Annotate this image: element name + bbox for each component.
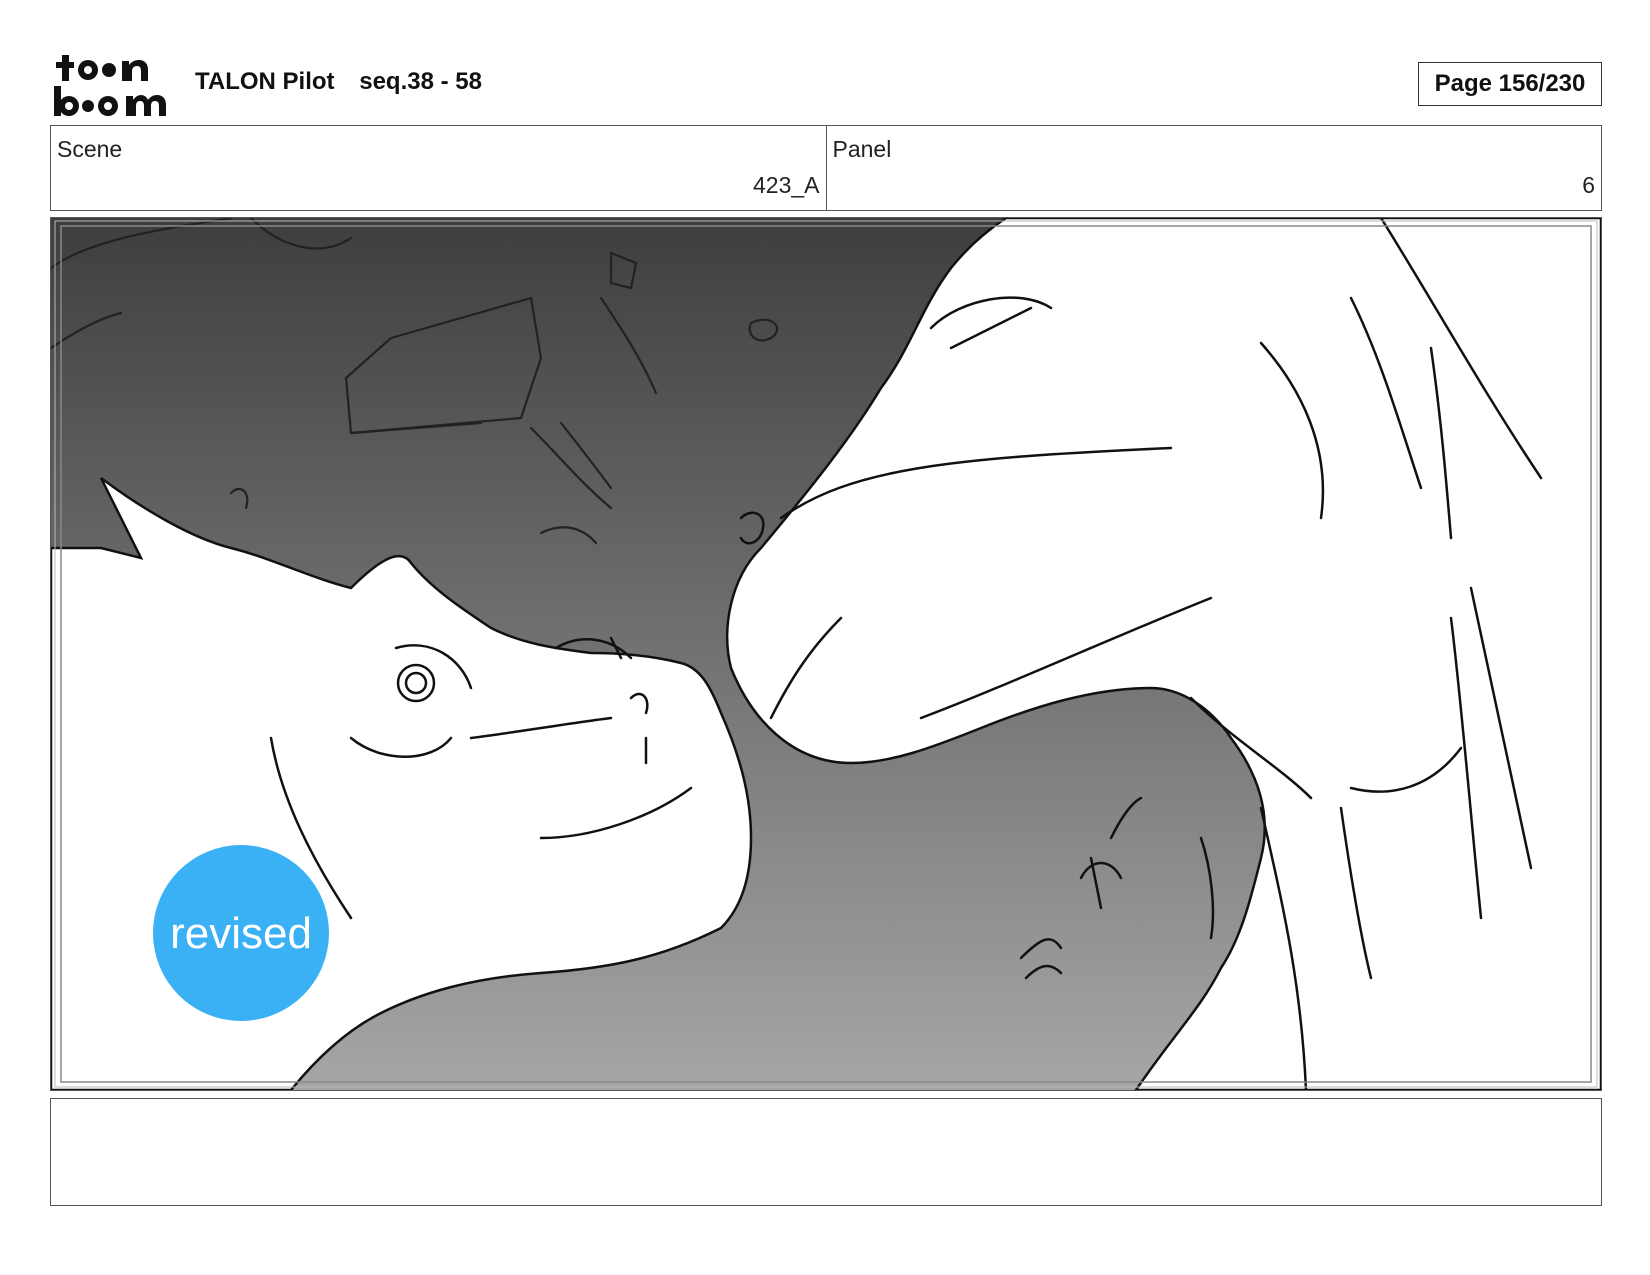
- panel-sketch: revised: [51, 218, 1601, 1090]
- header-title: TALON Pilot seq.38 - 58: [195, 68, 482, 96]
- revised-badge-text: revised: [170, 909, 312, 958]
- page-number-box: Page 156/230: [1418, 62, 1602, 106]
- toon-boom-logo: [54, 55, 166, 116]
- revised-badge: revised: [153, 845, 329, 1021]
- scene-panel-info: Scene 423_A Panel 6: [50, 125, 1602, 211]
- storyboard-panel: revised: [50, 217, 1602, 1091]
- scene-value: 423_A: [752, 172, 820, 198]
- panel-value: 6: [1582, 172, 1595, 198]
- panel-notes: [50, 1098, 1602, 1206]
- panel-label: Panel: [832, 136, 892, 162]
- project-name: TALON Pilot: [195, 68, 335, 95]
- scene-label: Scene: [57, 136, 123, 162]
- panel-cell: Panel 6: [825, 126, 1602, 210]
- sequence-range: seq.38 - 58: [359, 68, 482, 95]
- page-number: Page 156/230: [1434, 70, 1586, 97]
- scene-cell: Scene 423_A: [51, 126, 826, 210]
